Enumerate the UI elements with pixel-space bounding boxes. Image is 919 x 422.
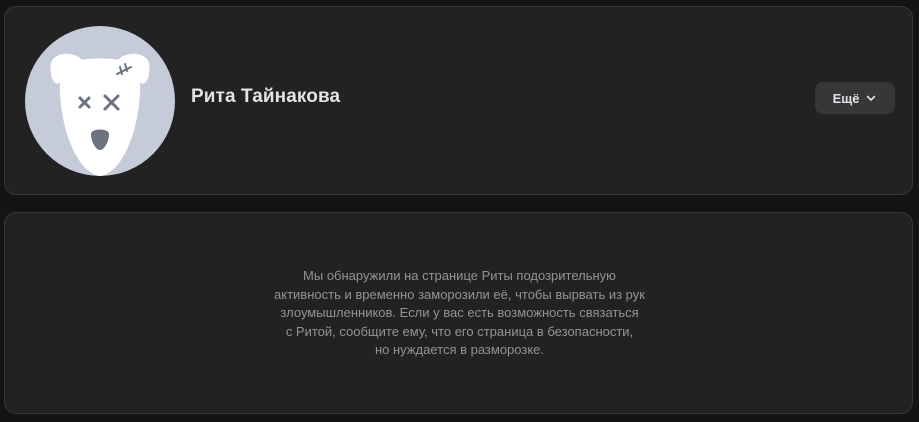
avatar[interactable] [25, 26, 175, 176]
frozen-page-notice-card: Мы обнаружили на странице Риты подозрите… [4, 212, 913, 414]
notice-line: Мы обнаружили на странице Риты подозрите… [303, 268, 616, 283]
more-button[interactable]: Ещё [815, 82, 895, 114]
more-button-label: Ещё [832, 90, 860, 106]
frozen-page-notice: Мы обнаружили на странице Риты подозрите… [205, 267, 714, 360]
notice-line: но нуждается в разморозке. [374, 342, 545, 357]
notice-line: активность и временно заморозили её, что… [274, 286, 645, 302]
profile-header-card: Рита Тайнакова Ещё [4, 6, 913, 195]
frozen-dog-avatar-icon [50, 53, 150, 176]
profile-name: Рита Тайнакова [191, 86, 341, 107]
notice-line: с Ритой, сообщите ему, что его страница … [285, 323, 634, 339]
notice-line: злоумышленников. Если у вас есть возможн… [280, 305, 639, 320]
chevron-down-icon [867, 95, 876, 101]
